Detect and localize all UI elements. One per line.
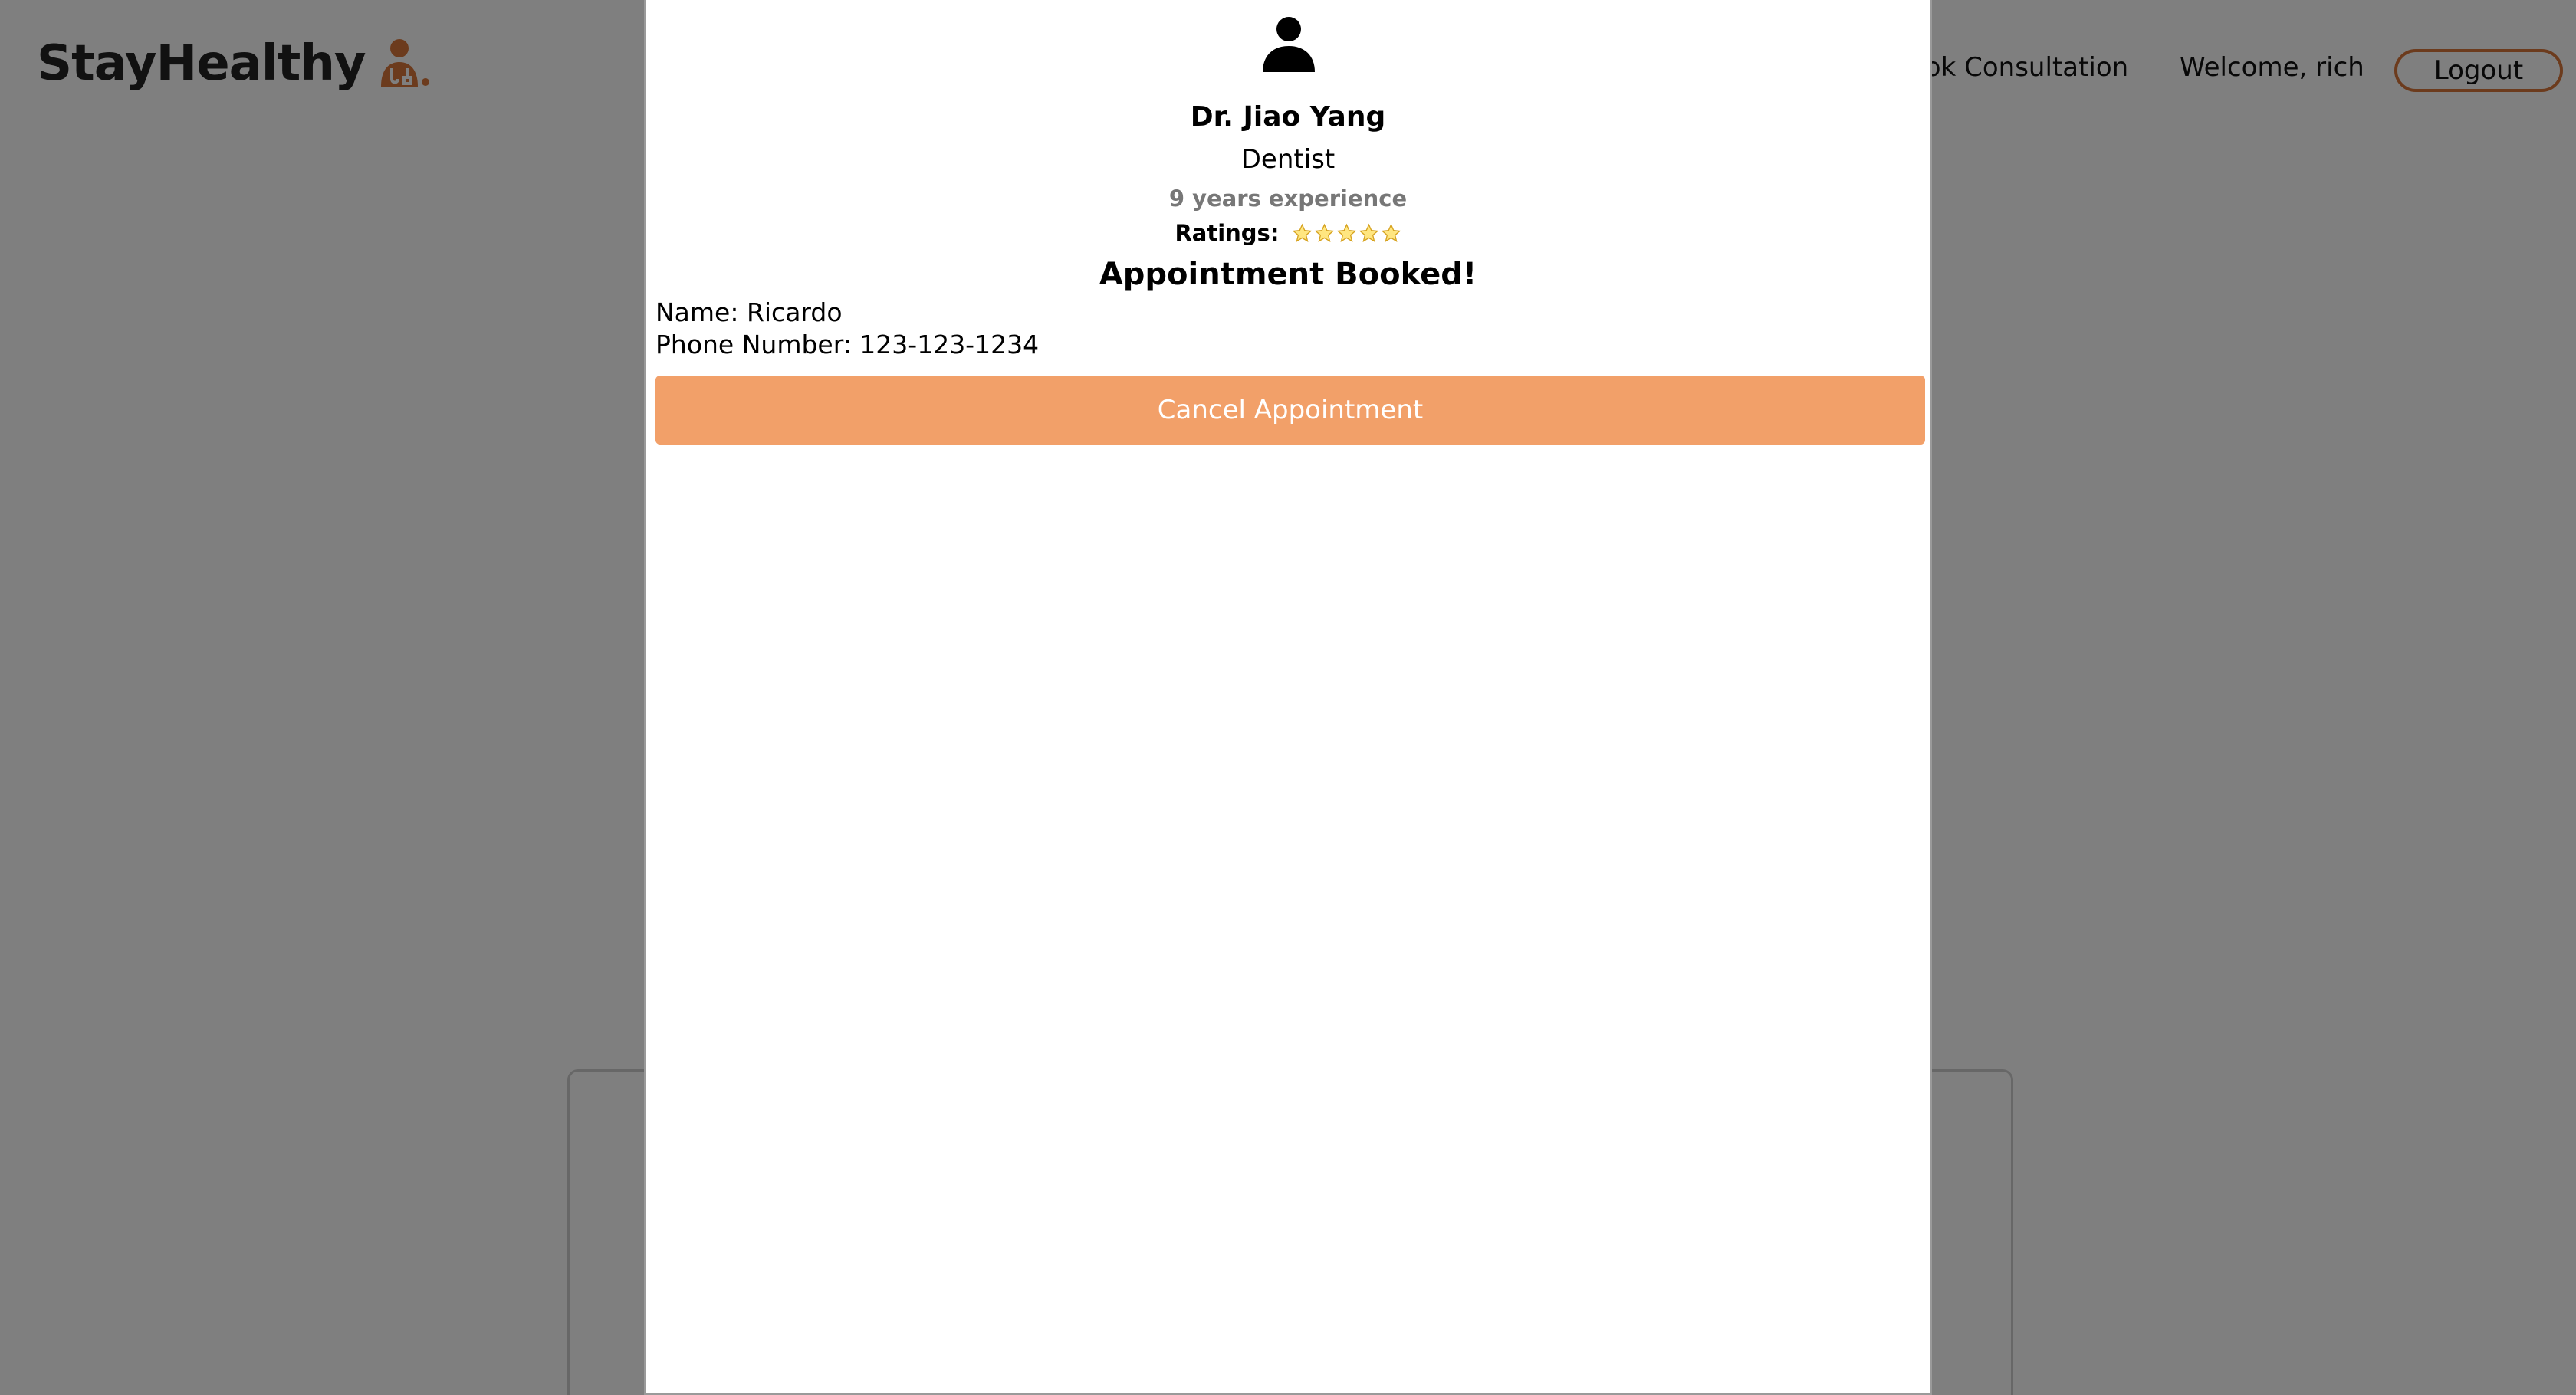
rating-stars <box>1292 223 1401 244</box>
star-icon <box>1314 223 1334 243</box>
star-icon <box>1336 223 1356 243</box>
patient-name: Name: Ricardo <box>656 297 843 327</box>
star-icon <box>1292 223 1312 243</box>
star-icon <box>1359 223 1378 243</box>
doctor-speciality: Dentist <box>1240 144 1336 175</box>
person-icon <box>1263 17 1315 72</box>
patient-phone: Phone Number: 123-123-1234 <box>656 330 1040 359</box>
doctor-experience: 9 years experience <box>1168 185 1408 212</box>
cancel-appointment-button[interactable]: Cancel Appointment <box>656 376 1925 445</box>
doctor-name: Dr. Jiao Yang <box>1190 101 1386 133</box>
doctor-ratings: Ratings: <box>646 220 1930 246</box>
appointment-status: Appointment Booked! <box>1099 257 1477 292</box>
appointment-modal: Dr. Jiao Yang Dentist 9 years experience… <box>644 0 1932 1395</box>
ratings-label: Ratings: <box>1175 220 1280 246</box>
star-icon <box>1381 223 1401 243</box>
